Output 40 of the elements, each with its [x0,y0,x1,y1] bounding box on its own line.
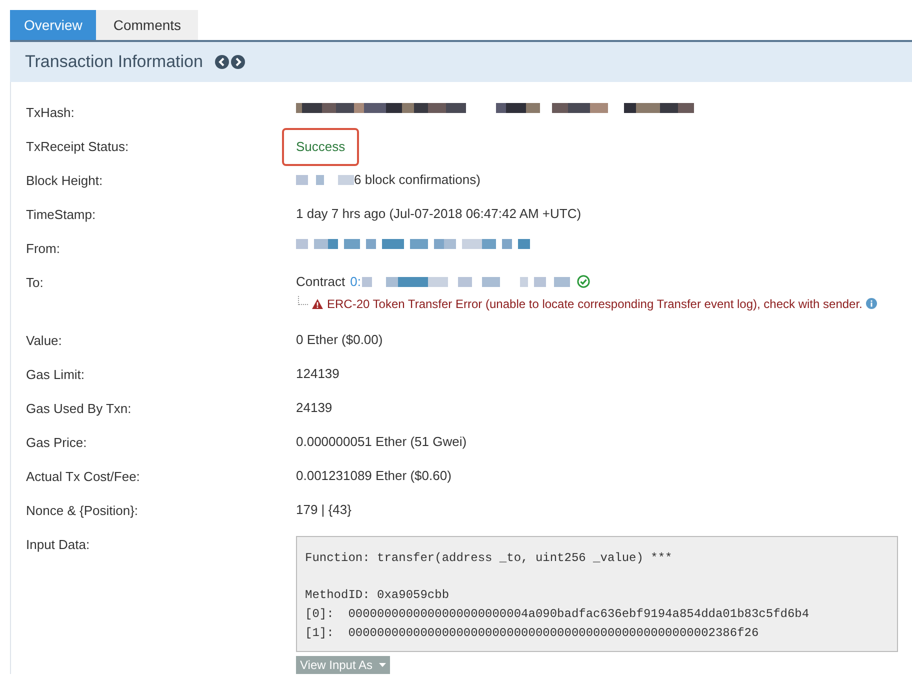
field-value: 0.001231089 Ether ($0.60) [296,467,452,485]
field-label: TimeStamp: [25,206,97,224]
field-value: 24139 [296,399,332,417]
field-label: Nonce & {Position}: [25,502,140,520]
address-link[interactable]: 0: [350,272,361,292]
view-input-as-dropdown[interactable]: View Input As [296,656,390,674]
field-label: Block Height: [25,172,104,190]
panel-title: Transaction Information [25,51,203,74]
warning-message: ERC-20 Token Transfer Error (unable to locate corresponding Transfer event log), check with sender. [327,296,862,312]
field-label: Gas Limit: [25,366,86,384]
field-label: To: [25,274,44,292]
field-label: TxReceipt Status: [25,138,130,156]
tree-connector [298,296,308,305]
status-text: Success [282,128,360,166]
field-value: 0.000000051 Ether (51 Gwei) [296,433,467,451]
info-icon[interactable] [866,298,878,309]
input-data-line: [1]: 000000000000000000000000000000000000000000000000002386f26 [305,625,760,642]
field-label: Gas Used By Txn: [25,400,132,418]
field-value: 0 Ether ($0.00) [296,331,383,349]
redacted-address [296,174,354,186]
field-value: 179 | {43} [296,501,352,519]
field-value: 1 day 7 hrs ago (Jul-07-2018 06:47:42 AM +UTC) [296,205,582,223]
previous-icon[interactable] [214,55,229,69]
field-label: Gas Price: [25,434,88,452]
block-confirmations: 6 block confirmations) [354,171,480,189]
input-data-line: Function: transfer(address _to, uint256 _value) *** [305,550,674,567]
warning-icon [312,298,323,308]
field-label: Input Data: [25,536,91,554]
tab[interactable]: Comments [96,10,198,40]
input-data-line: [0]: 0000000000000000000000004a090badfac636ebf9194a854dda01b83c5fd6b4 [305,606,810,623]
field-value: 124139 [296,365,340,383]
input-data-line: MethodID: 0xa9059cbb [305,587,450,604]
field-label: From: [25,240,61,258]
tab[interactable]: Overview [10,10,96,40]
field-label: TxHash: [25,104,76,122]
caret-icon [378,663,386,667]
field-label: Value: [25,332,63,350]
next-icon[interactable] [230,55,245,69]
field-label: Actual Tx Cost/Fee: [25,468,141,486]
contract-label: Contract [296,273,346,291]
